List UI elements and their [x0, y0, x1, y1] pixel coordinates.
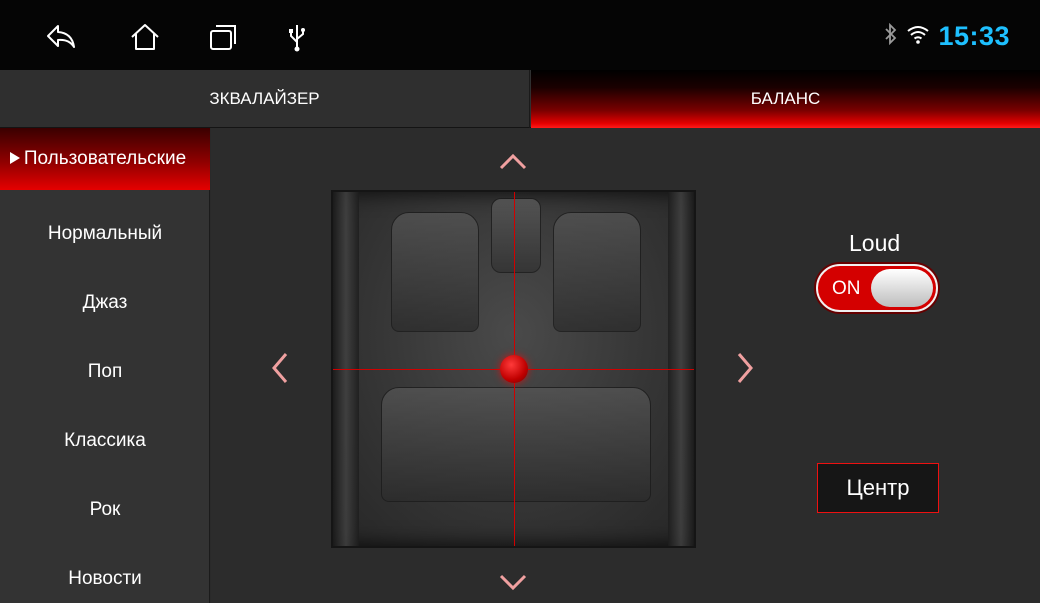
preset-label: Пользовательские [23, 148, 187, 169]
preset-label: Новости [68, 568, 142, 589]
chevron-left-icon[interactable] [266, 348, 294, 388]
loud-label: Loud [849, 230, 901, 256]
preset-label: Рок [89, 499, 121, 520]
back-icon[interactable] [44, 20, 78, 54]
preset-pop[interactable]: Поп [0, 341, 210, 403]
balance-panel: Loud ON Центр [211, 128, 1040, 603]
selected-marker-icon [10, 152, 20, 164]
status-indicators: 15:33 [884, 16, 1010, 56]
usb-icon [280, 20, 314, 54]
toggle-state-label: ON [832, 278, 861, 299]
chevron-up-icon[interactable] [493, 148, 533, 176]
car-interior-image [553, 212, 641, 332]
wifi-icon [906, 24, 930, 49]
car-interior-image [391, 212, 479, 332]
tab-equalizer[interactable]: ЗКВАЛАЙЗЕР [0, 70, 530, 128]
tab-balance[interactable]: БАЛАНС [531, 70, 1040, 128]
chevron-right-icon[interactable] [731, 348, 759, 388]
preset-rock[interactable]: Рок [0, 479, 210, 541]
preset-jazz[interactable]: Джаз [0, 272, 210, 334]
toggle-knob [871, 269, 933, 307]
loud-toggle[interactable]: ON [816, 264, 938, 312]
bluetooth-icon [884, 22, 898, 50]
preset-classic[interactable]: Классика [0, 410, 210, 472]
preset-label: Классика [64, 430, 146, 451]
clock: 15:33 [938, 20, 1010, 51]
balance-position-marker[interactable] [500, 355, 528, 383]
status-bar: 15:33 [0, 0, 1040, 70]
preset-sidebar: Пользовательские Нормальный Джаз Поп Кла… [0, 128, 210, 603]
preset-user[interactable]: Пользовательские [0, 128, 210, 190]
preset-label: Поп [87, 361, 123, 382]
home-icon[interactable] [128, 20, 162, 54]
car-interior-image [491, 198, 541, 273]
car-interior-image [381, 387, 651, 502]
balance-pad[interactable] [331, 190, 696, 548]
preset-label: Джаз [82, 292, 128, 313]
recent-apps-icon[interactable] [206, 20, 240, 54]
preset-label: Нормальный [47, 223, 163, 244]
center-button[interactable]: Центр [817, 463, 939, 513]
chevron-down-icon[interactable] [493, 568, 533, 596]
tab-bar: ЗКВАЛАЙЗЕР БАЛАНС [0, 70, 1040, 128]
preset-normal[interactable]: Нормальный [0, 203, 210, 265]
preset-news[interactable]: Новости [0, 548, 210, 603]
